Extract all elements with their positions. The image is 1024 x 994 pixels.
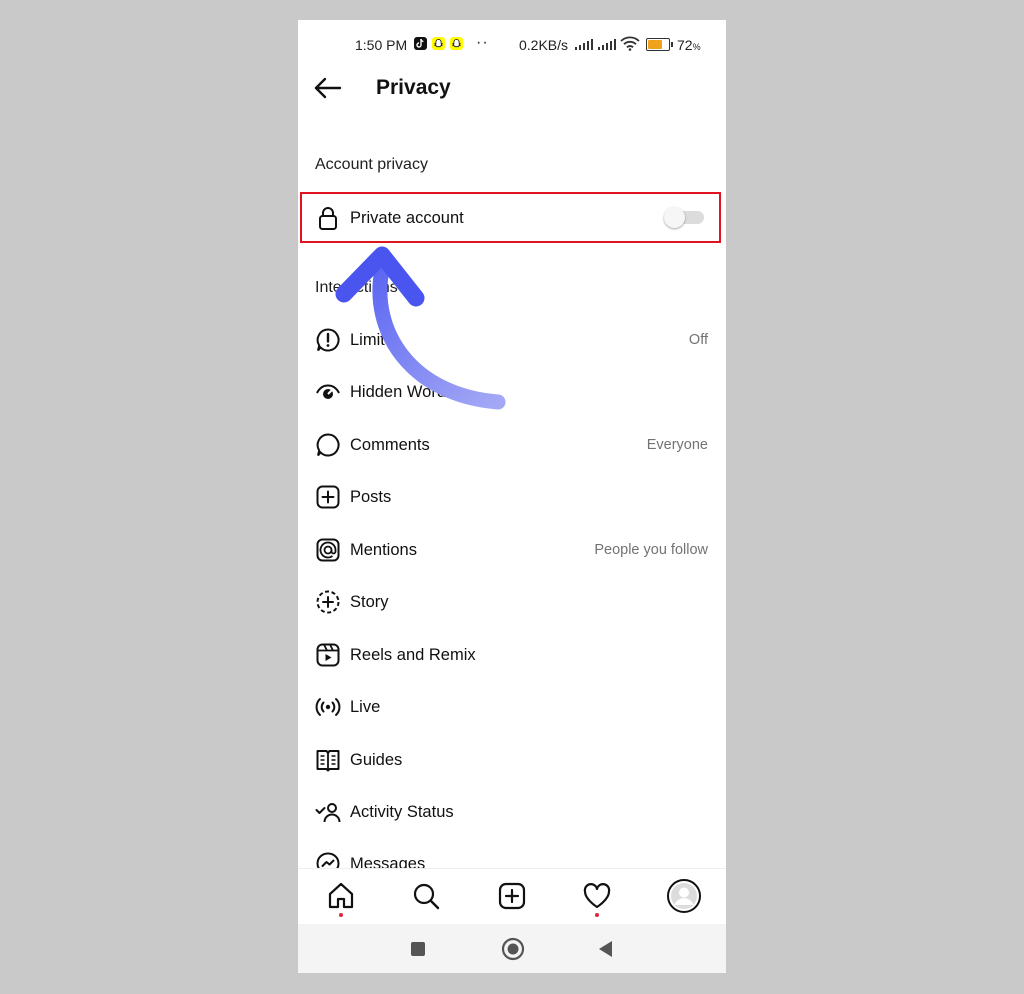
setting-value: Everyone	[646, 437, 708, 453]
reels-icon	[316, 643, 340, 667]
header: Privacy	[298, 68, 726, 108]
home-icon[interactable]	[326, 881, 356, 911]
recents-button[interactable]	[408, 939, 428, 959]
setting-row-limits[interactable]: Limits Off	[298, 314, 726, 366]
back-button[interactable]	[596, 939, 616, 959]
setting-label: Comments	[350, 436, 430, 454]
more-notifications-icon: ··	[476, 34, 489, 51]
plus-square-icon	[316, 485, 340, 509]
tiktok-icon	[414, 37, 427, 50]
highlight-box	[300, 192, 721, 243]
setting-label: Live	[350, 698, 381, 716]
setting-row-posts[interactable]: Posts	[298, 471, 726, 523]
setting-label: Story	[350, 593, 389, 611]
heart-icon[interactable]	[582, 881, 612, 911]
network-speed: 0.2KB/s	[519, 37, 569, 53]
setting-row-hidden-words[interactable]: Hidden Words	[298, 366, 726, 418]
home-button[interactable]	[501, 937, 525, 961]
snapchat-icon	[450, 37, 463, 50]
profile-avatar[interactable]	[667, 879, 701, 913]
snapchat-icon	[432, 37, 445, 50]
setting-row-reels[interactable]: Reels and Remix	[298, 629, 726, 681]
setting-row-guides[interactable]: Guides	[298, 734, 726, 786]
story-plus-icon	[316, 590, 340, 614]
notification-dot	[339, 913, 343, 917]
signal-icon	[575, 39, 593, 50]
section-title-interactions: Interactions	[315, 279, 398, 296]
setting-label: Activity Status	[350, 803, 454, 821]
page-title: Privacy	[376, 76, 451, 99]
live-icon	[315, 698, 341, 716]
signal-icon	[598, 39, 616, 50]
setting-label: Posts	[350, 488, 392, 506]
battery-percent: 72%	[677, 37, 701, 53]
system-nav-bar	[298, 924, 726, 973]
wifi-icon	[620, 36, 640, 51]
setting-row-story[interactable]: Story	[298, 576, 726, 628]
setting-label: Mentions	[350, 541, 417, 559]
setting-row-live[interactable]: Live	[298, 681, 726, 733]
create-icon[interactable]	[497, 881, 527, 911]
notification-dot	[595, 913, 599, 917]
guides-icon	[316, 750, 340, 772]
activity-status-icon	[315, 803, 341, 823]
section-title-account-privacy: Account privacy	[315, 156, 428, 173]
comment-icon	[316, 433, 340, 457]
limits-icon	[316, 328, 340, 352]
setting-label: Guides	[350, 751, 403, 769]
phone-screen: 1:50 PM ·· 0.2KB/s 72% Privacy Account p…	[298, 20, 726, 973]
setting-label: Limits	[350, 331, 394, 349]
bottom-nav	[298, 868, 726, 925]
setting-label: Reels and Remix	[350, 646, 476, 664]
hidden-words-icon	[316, 384, 340, 399]
setting-label: Hidden Words	[350, 383, 455, 401]
status-time: 1:50 PM	[355, 37, 408, 53]
search-icon[interactable]	[411, 881, 441, 911]
notification-icons	[414, 37, 463, 50]
at-sign-icon	[316, 538, 340, 562]
setting-row-activity-status[interactable]: Activity Status	[298, 786, 726, 838]
back-arrow-icon[interactable]	[312, 75, 344, 101]
setting-row-mentions[interactable]: Mentions People you follow	[298, 524, 726, 576]
setting-value: Off	[688, 332, 708, 348]
setting-value: People you follow	[594, 542, 708, 558]
status-bar: 1:50 PM ·· 0.2KB/s 72%	[298, 20, 726, 68]
setting-row-comments[interactable]: Comments Everyone	[298, 419, 726, 471]
battery-icon	[646, 38, 673, 51]
